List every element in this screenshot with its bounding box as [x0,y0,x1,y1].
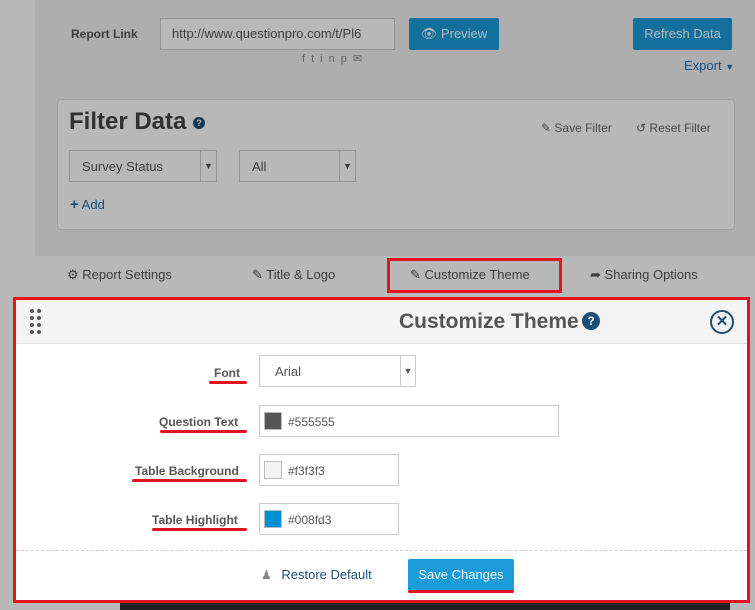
twitter-icon[interactable]: t [311,53,320,65]
annotation-underline [152,528,247,531]
color-value: #555555 [288,415,335,429]
drag-handle-icon[interactable] [30,309,44,335]
color-value: #008fd3 [288,513,332,527]
status-value: All [252,159,267,174]
table-background-color-field[interactable]: #f3f3f3 [259,454,399,486]
question-text-color-field[interactable]: #555555 [259,405,559,437]
tab-label: Title & Logo [266,267,336,282]
tab-label: Report Settings [82,267,172,282]
font-value: Arial [275,364,302,379]
export-dropdown[interactable]: Export ▼ [684,58,734,73]
color-swatch[interactable] [264,461,282,479]
undo-icon: ↺ [636,121,647,135]
help-icon[interactable]: ? [582,312,600,330]
font-select[interactable]: Arial ▼ [259,355,416,387]
annotation-underline [160,430,247,433]
chevron-down-icon: ▼ [339,151,355,181]
modal-divider [16,550,747,551]
filter-data-box: Filter Data ? ✎ Save Filter ↺ Reset Filt… [57,99,735,230]
mail-icon[interactable]: ✉ [353,53,368,65]
save-filter-link[interactable]: ✎ Save Filter [541,121,612,135]
close-icon[interactable]: ✕ [710,310,734,334]
plus-icon: + [70,196,79,213]
restore-default-link[interactable]: ♟ Restore Default [261,567,372,582]
report-link-label: Report Link [71,27,138,41]
refresh-data-button[interactable]: Refresh Data [633,18,732,50]
edit-icon: ✎ [252,267,263,282]
font-label: Font [214,366,240,380]
tab-label: Sharing Options [604,267,698,282]
eye-icon: 👁 [420,26,438,41]
gears-icon: ⚙ [67,267,79,282]
export-label: Export [684,58,722,73]
caret-down-icon: ▼ [725,62,735,72]
preview-label: Preview [440,26,488,41]
survey-status-value: Survey Status [82,159,163,174]
tab-sharing-options[interactable]: ➦ Sharing Options [590,267,698,283]
social-icons: ftinp✉ [302,52,368,65]
status-value-select[interactable]: All ▼ [239,150,356,182]
add-filter-link[interactable]: + Add [70,196,105,213]
table-background-label: Table Background [135,464,239,478]
annotation-underline [132,479,247,482]
save-changes-button[interactable]: Save Changes [408,559,514,591]
modal-title: Customize Theme [399,310,579,333]
reset-filter-label: Reset Filter [649,121,711,135]
tab-title-logo[interactable]: ✎ Title & Logo [252,267,335,283]
survey-status-select[interactable]: Survey Status ▼ [69,150,217,182]
help-icon[interactable]: ? [193,116,206,129]
edit-icon: ✎ [541,121,552,135]
share-icon: ➦ [590,267,601,282]
filter-title: Filter Data ? [69,108,206,136]
customize-theme-modal: Customize Theme ? ✕ Font Arial ▼ Questio… [13,297,750,603]
chevron-down-icon: ▼ [200,151,216,181]
save-filter-label: Save Filter [554,121,612,135]
annotation-underline [209,381,247,384]
table-highlight-color-field[interactable]: #008fd3 [259,503,399,535]
color-swatch[interactable] [264,412,282,430]
reset-filter-link[interactable]: ↺ Reset Filter [636,121,711,135]
tab-report-settings[interactable]: ⚙ Report Settings [67,267,172,283]
color-swatch[interactable] [264,510,282,528]
pinterest-icon[interactable]: p [341,53,353,65]
question-text-label: Question Text [159,415,239,429]
table-highlight-label: Table Highlight [152,513,238,527]
report-link-input[interactable]: http://www.questionpro.com/t/Pl6 [160,18,395,50]
annotation-highlight-tab [387,258,562,293]
add-label: Add [81,197,105,212]
annotation-underline [408,590,514,593]
chevron-down-icon: ▼ [400,356,415,386]
modal-header: Customize Theme ? ✕ [16,300,747,344]
user-icon: ♟ [261,568,272,582]
preview-button[interactable]: 👁 Preview [409,18,499,50]
color-value: #f3f3f3 [288,464,325,478]
linkedin-icon[interactable]: in [320,53,341,65]
restore-default-label: Restore Default [281,567,372,582]
filter-title-text: Filter Data [69,108,187,135]
facebook-icon[interactable]: f [302,53,311,65]
